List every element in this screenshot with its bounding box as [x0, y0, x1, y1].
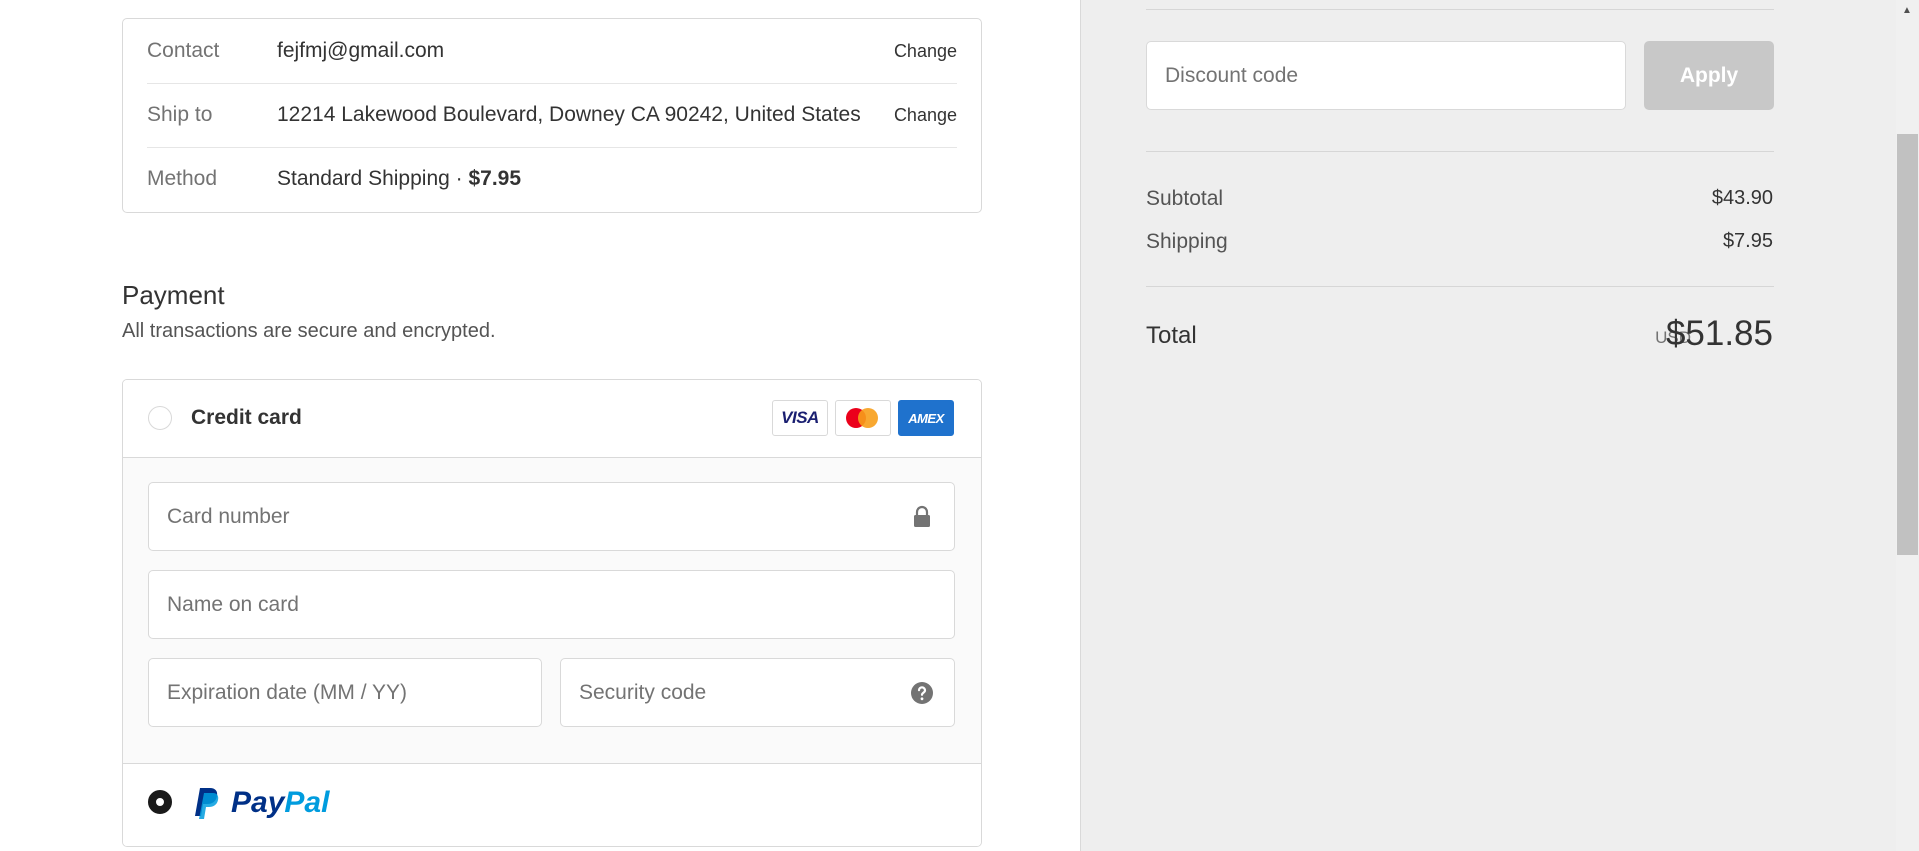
payment-methods: Credit card VISA AMEX Card number Name o…	[122, 379, 982, 847]
payment-title: Payment	[122, 280, 225, 310]
review-row-method: Method Standard Shipping · $7.95	[147, 147, 957, 211]
credit-card-label: Credit card	[191, 406, 302, 429]
ship-to-value: 12214 Lakewood Boulevard, Downey CA 9024…	[277, 103, 861, 126]
contact-value: fejfmj@gmail.com	[277, 39, 445, 62]
total-value: $51.85	[1665, 314, 1773, 353]
method-price: $7.95	[468, 167, 522, 190]
scrollbar-thumb[interactable]	[1897, 134, 1918, 555]
paypal-logo-icon: PayPal	[191, 786, 329, 822]
mastercard-icon	[835, 400, 891, 436]
subtotal-label: Subtotal	[1146, 187, 1224, 210]
name-on-card-input[interactable]	[149, 571, 954, 638]
expiration-field	[148, 658, 542, 727]
paypal-p-icon	[195, 788, 219, 819]
expiration-input[interactable]	[149, 659, 541, 726]
order-summary-sidebar: Apply Subtotal $43.90 Shipping $7.95 Tot…	[1080, 0, 1919, 851]
total-label: Total	[1146, 322, 1197, 349]
review-block: Contact fejfmj@gmail.com Change Ship to …	[122, 18, 982, 213]
amex-icon: AMEX	[898, 400, 954, 436]
paypal-option[interactable]: PayPal	[123, 764, 981, 846]
contact-label: Contact	[147, 39, 220, 62]
subtotal-value: $43.90	[1711, 187, 1773, 209]
review-row-contact: Contact fejfmj@gmail.com Change	[147, 19, 957, 84]
discount-code-field	[1146, 41, 1626, 110]
visa-icon: VISA	[772, 400, 828, 436]
credit-card-option[interactable]: Credit card VISA AMEX	[123, 380, 981, 458]
method-value: Standard Shipping · $7.95	[277, 167, 521, 191]
discount-code-input[interactable]	[1147, 42, 1625, 109]
sidebar-divider-total	[1146, 286, 1774, 287]
security-code-input[interactable]	[561, 659, 954, 726]
sidebar-divider-top	[1146, 9, 1774, 10]
name-on-card-field	[148, 570, 955, 639]
mastercard-orange-circle	[858, 408, 878, 428]
method-name: Standard Shipping ·	[277, 167, 469, 190]
help-icon[interactable]	[910, 681, 934, 705]
paypal-radio[interactable]	[148, 790, 172, 814]
security-code-field	[560, 658, 955, 727]
card-number-input[interactable]	[149, 483, 954, 550]
credit-card-radio[interactable]	[148, 406, 172, 430]
method-label: Method	[147, 167, 218, 190]
paypal-wordmark: PayPal	[231, 786, 329, 820]
review-row-ship-to: Ship to 12214 Lakewood Boulevard, Downey…	[147, 83, 957, 148]
credit-card-form	[123, 458, 981, 764]
checkout-main: Contact fejfmj@gmail.com Change Ship to …	[0, 0, 1080, 851]
lock-icon	[914, 505, 930, 527]
change-address-link[interactable]: Change	[894, 105, 957, 126]
paypal-wordmark-pal: Pal	[284, 786, 330, 819]
change-contact-link[interactable]: Change	[894, 41, 957, 62]
apply-discount-button[interactable]: Apply	[1644, 41, 1774, 110]
shipping-label: Shipping	[1146, 230, 1228, 253]
payment-subtitle: All transactions are secure and encrypte…	[122, 320, 496, 342]
card-number-field	[148, 482, 955, 551]
sidebar-divider-discount	[1146, 151, 1774, 152]
shipping-value: $7.95	[1722, 230, 1773, 252]
scroll-up-arrow-icon[interactable]: ▲	[1899, 3, 1915, 19]
paypal-wordmark-pay: Pay	[231, 786, 285, 819]
amex-text: AMEX	[908, 410, 944, 426]
ship-to-label: Ship to	[147, 103, 213, 126]
visa-text: VISA	[781, 408, 819, 427]
